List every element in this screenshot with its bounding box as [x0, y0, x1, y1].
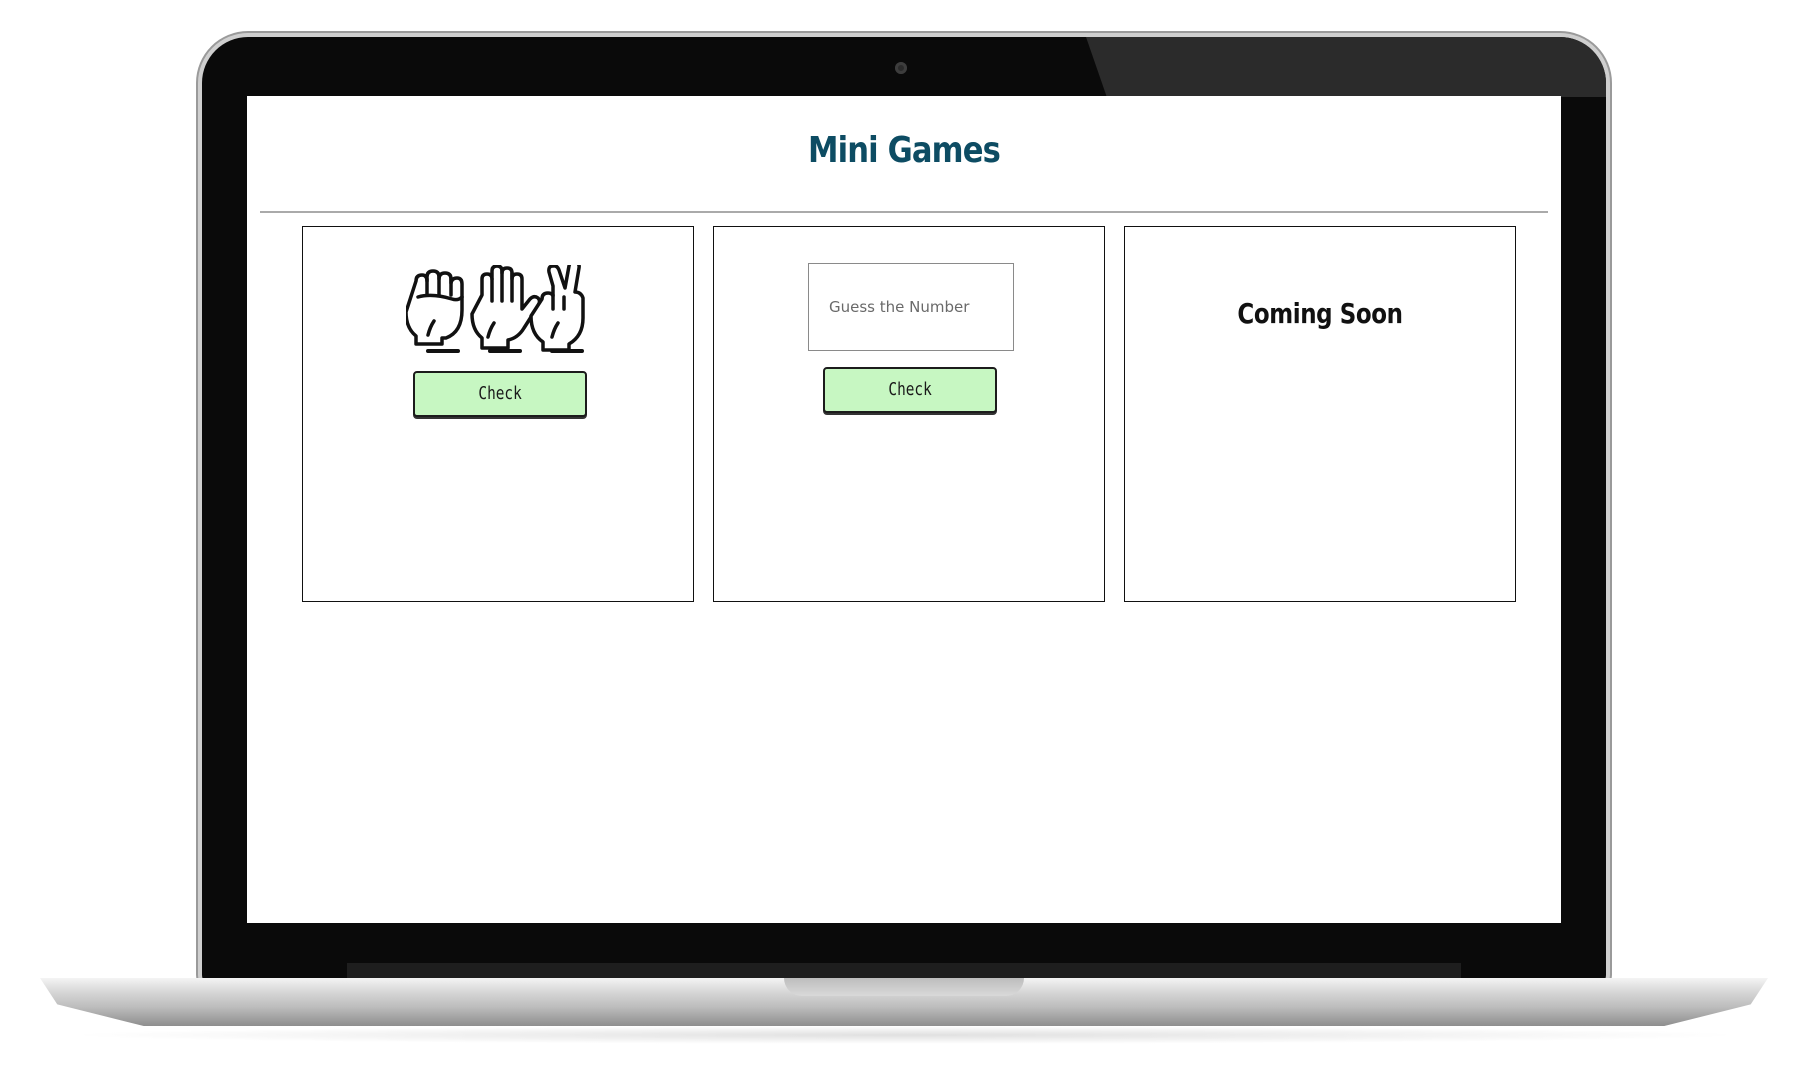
game-card-rock-paper-scissors: Check [302, 226, 694, 602]
browser-viewport: Mini Games Check Guess the Number Check … [247, 96, 1561, 923]
game-card-coming-soon: Coming Soon [1124, 226, 1516, 602]
coming-soon-label: Coming Soon [1237, 297, 1403, 330]
page-title: Mini Games [808, 130, 1001, 171]
webcam-icon [895, 62, 907, 74]
guess-number-input[interactable] [808, 263, 1014, 351]
open-palm-icon [470, 265, 542, 353]
rps-check-button[interactable]: Check [413, 371, 587, 417]
lid-gloss [1086, 37, 1606, 97]
game-card-guess-number: Check [713, 226, 1105, 602]
peace-sign-icon [529, 265, 585, 353]
guess-check-button[interactable]: Check [823, 367, 997, 413]
laptop-shadow [60, 1026, 1750, 1044]
screenshot-stage: Mini Games Check Guess the Number Check … [0, 0, 1800, 1080]
rps-check-label: Check [478, 383, 522, 404]
title-divider [260, 211, 1548, 213]
laptop-base-notch [784, 978, 1024, 996]
guess-check-label: Check [888, 379, 932, 400]
hand-gestures [406, 265, 585, 353]
fist-icon [406, 269, 464, 353]
